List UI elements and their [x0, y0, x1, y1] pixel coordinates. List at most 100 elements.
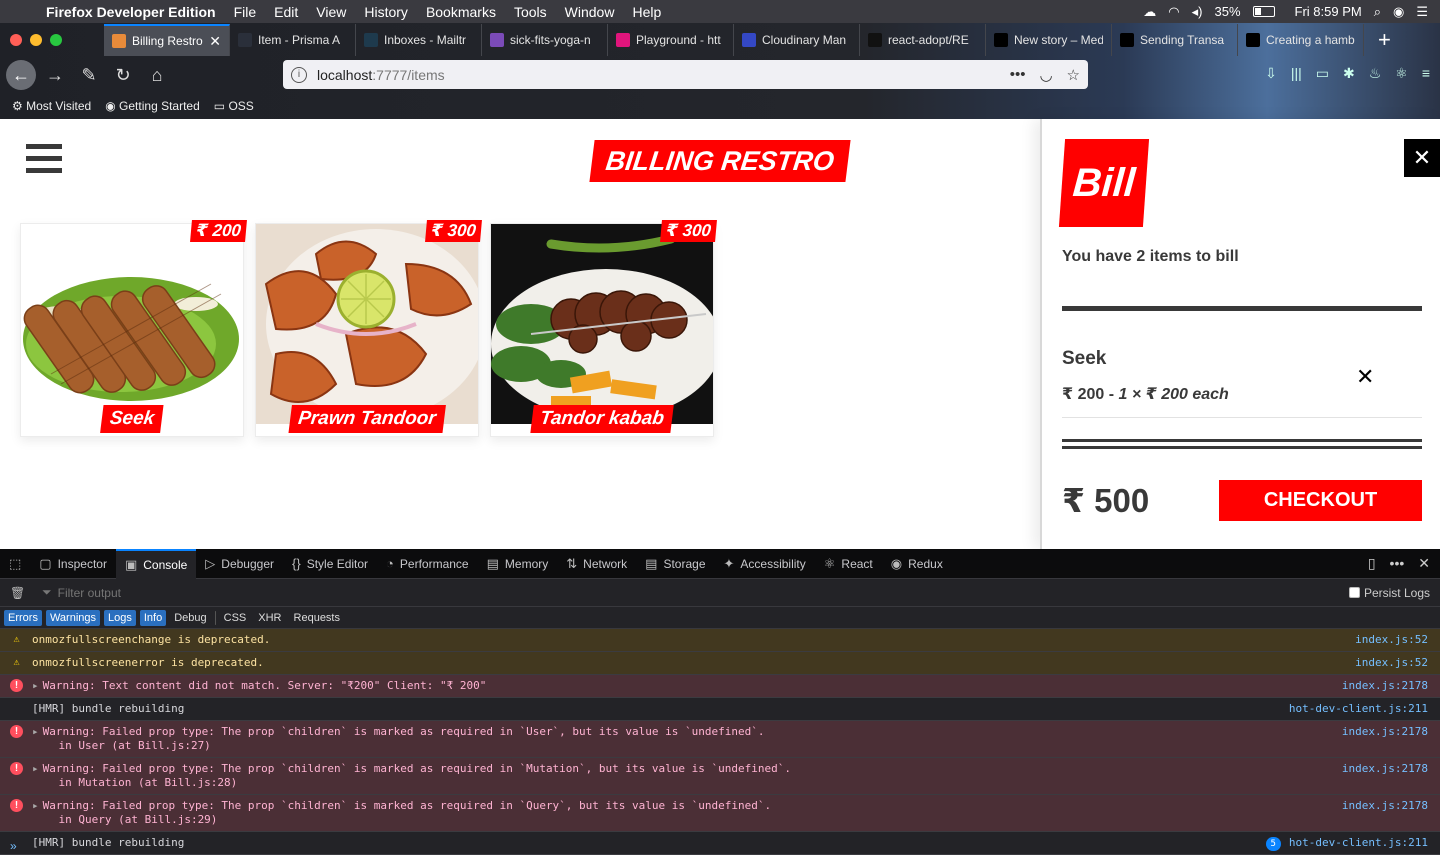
site-logo[interactable]: BILLING RESTRO [589, 140, 851, 182]
item-title[interactable]: Tandor kabab [530, 405, 674, 433]
bookmark-item[interactable]: ◉ Getting Started [105, 99, 200, 113]
downloads-icon[interactable]: ⇩ [1265, 65, 1277, 82]
console-input-prompt[interactable]: » [10, 839, 17, 853]
close-bill-button[interactable]: ✕ [1404, 139, 1440, 177]
remove-item-button[interactable]: ✕ [1356, 364, 1374, 390]
zoom-window-button[interactable] [50, 34, 62, 46]
home-button[interactable]: ⌂ [142, 60, 172, 90]
level-filter-requests[interactable]: Requests [290, 610, 344, 626]
battery-icon[interactable] [1252, 6, 1275, 17]
devtools-tab-memory[interactable]: ▤ Memory [478, 549, 558, 579]
item-card[interactable]: ₹ 300 Prawn Tandoor [255, 220, 482, 437]
back-button[interactable]: ← [6, 60, 36, 90]
app-name-menu[interactable]: Firefox Developer Edition [36, 4, 225, 20]
console-message[interactable]: ⚠ onmozfullscreenerror is deprecated. inde… [0, 652, 1440, 675]
persist-logs-checkbox[interactable]: Persist Logs [1348, 586, 1440, 600]
menu-file[interactable]: File [225, 4, 266, 20]
menu-window[interactable]: Window [556, 4, 624, 20]
expand-arrow-icon[interactable]: ▸ [32, 725, 39, 738]
notification-center-icon[interactable]: ☰ [1416, 4, 1428, 20]
console-message[interactable]: [HMR] bundle rebuilding hot-dev-client.js… [0, 698, 1440, 721]
page-actions-icon[interactable]: ••• [1010, 66, 1026, 84]
console-message[interactable]: ⚠ onmozfullscreenchange is deprecated. ind… [0, 629, 1440, 652]
console-message[interactable]: ! ▸ Warning: Failed prop type: The prop `c… [0, 758, 1440, 795]
item-title[interactable]: Seek [100, 405, 164, 433]
sidebar-icon[interactable]: ▭ [1316, 65, 1329, 82]
devtools-tab-storage[interactable]: ▤ Storage [636, 549, 714, 579]
extension-icon[interactable]: ✱ [1343, 65, 1355, 82]
level-filter-debug[interactable]: Debug [170, 610, 210, 626]
close-devtools-icon[interactable]: ✕ [1418, 555, 1430, 572]
devtools-tab-accessibility[interactable]: ✦ Accessibility [715, 549, 815, 579]
menu-edit[interactable]: Edit [265, 4, 307, 20]
item-title[interactable]: Prawn Tandoor [288, 405, 446, 433]
hamburger-menu-icon[interactable] [26, 144, 62, 180]
expand-arrow-icon[interactable]: ▸ [32, 799, 39, 812]
message-source-link[interactable]: index.js:52 [1355, 633, 1428, 647]
devtools-tab-performance[interactable]: ◔ Performance [377, 549, 478, 579]
library-icon[interactable]: ||| [1291, 65, 1302, 82]
menu-view[interactable]: View [307, 4, 355, 20]
console-message[interactable]: ! ▸ Warning: Failed prop type: The prop `c… [0, 795, 1440, 832]
dock-icon[interactable]: ▯ [1368, 555, 1376, 572]
new-tab-button[interactable]: + [1364, 24, 1405, 56]
expand-arrow-icon[interactable]: ▸ [32, 679, 39, 692]
item-card[interactable]: ₹ 300 Tandor kabab [490, 220, 717, 437]
bookmark-item[interactable]: ⚙ Most Visited [12, 99, 91, 113]
expand-arrow-icon[interactable]: ▸ [32, 762, 39, 775]
browser-tab[interactable]: Item - Prisma A [230, 24, 356, 56]
browser-tab[interactable]: Sending Transa [1112, 24, 1238, 56]
site-info-icon[interactable]: i [291, 66, 307, 83]
menu-icon[interactable]: ≡ [1422, 65, 1430, 82]
url-bar[interactable]: i localhost:7777/items ••• ◡ ☆ [283, 60, 1088, 89]
close-window-button[interactable] [10, 34, 22, 46]
item-card[interactable]: ₹ 200 Seek [20, 220, 247, 437]
console-message[interactable]: [HMR] bundle rebuilding 5 hot-dev-client.j… [0, 832, 1440, 855]
close-tab-icon[interactable]: ✕ [209, 33, 221, 50]
browser-tab[interactable]: Billing Restro ✕ [104, 24, 230, 56]
menu-bookmarks[interactable]: Bookmarks [417, 4, 505, 20]
menu-tools[interactable]: Tools [505, 4, 556, 20]
message-source-link[interactable]: 5 hot-dev-client.js:211 [1265, 836, 1428, 851]
menu-help[interactable]: Help [623, 4, 670, 20]
devtools-tab-console[interactable]: ▣ Console [115, 548, 197, 579]
message-source-link[interactable]: index.js:52 [1355, 656, 1428, 670]
fire-extension-icon[interactable]: ♨ [1369, 65, 1382, 82]
message-source-link[interactable]: hot-dev-client.js:211 [1289, 702, 1428, 716]
spotlight-icon[interactable]: ⌕ [1374, 4, 1381, 20]
browser-tab[interactable]: sick-fits-yoga-n [482, 24, 608, 56]
minimize-window-button[interactable] [30, 34, 42, 46]
message-source-link[interactable]: index.js:2178 [1342, 799, 1428, 813]
devtools-tab-redux[interactable]: ◉ Redux [882, 549, 952, 579]
message-source-link[interactable]: index.js:2178 [1342, 725, 1428, 739]
pocket-icon[interactable]: ◡ [1039, 66, 1052, 84]
console-message[interactable]: ! ▸ Warning: Failed prop type: The prop `c… [0, 721, 1440, 758]
clock[interactable]: Fri 8:59 PM [1295, 4, 1362, 19]
browser-tab[interactable]: New story – Med [986, 24, 1112, 56]
level-filter-logs[interactable]: Logs [104, 609, 136, 626]
console-message[interactable]: ! ▸ Warning: Text content did not match. S… [0, 675, 1440, 698]
bookmark-item[interactable]: ▭ OSS [214, 99, 254, 113]
bookmark-star-icon[interactable]: ☆ [1067, 66, 1080, 84]
message-source-link[interactable]: index.js:2178 [1342, 762, 1428, 776]
browser-tab[interactable]: Playground - htt [608, 24, 734, 56]
devtools-tab-inspector[interactable]: ▢ Inspector [30, 549, 116, 579]
level-filter-errors[interactable]: Errors [4, 609, 42, 626]
volume-icon[interactable]: ◂) [1192, 4, 1203, 20]
siri-icon[interactable]: ◉ [1393, 4, 1404, 20]
browser-tab[interactable]: react-adopt/RE [860, 24, 986, 56]
forward-button[interactable]: → [40, 60, 70, 90]
creative-cloud-icon[interactable]: ☁ [1143, 4, 1156, 20]
browser-tab[interactable]: Inboxes - Mailtr [356, 24, 482, 56]
devtools-tab-react[interactable]: ⚛ React [815, 549, 882, 579]
wrench-icon[interactable]: ✎ [74, 60, 104, 90]
devtools-tab-debugger[interactable]: ▷ Debugger [196, 549, 283, 579]
level-filter-css[interactable]: CSS [220, 610, 251, 626]
devtools-tab-network[interactable]: ⇅ Network [557, 549, 636, 579]
menu-history[interactable]: History [355, 4, 417, 20]
message-source-link[interactable]: index.js:2178 [1342, 679, 1428, 693]
browser-tab[interactable]: Cloudinary Man [734, 24, 860, 56]
devtools-options-icon[interactable]: ••• [1390, 555, 1405, 572]
reload-button[interactable]: ↻ [108, 60, 138, 90]
filter-output-input[interactable] [57, 585, 358, 600]
